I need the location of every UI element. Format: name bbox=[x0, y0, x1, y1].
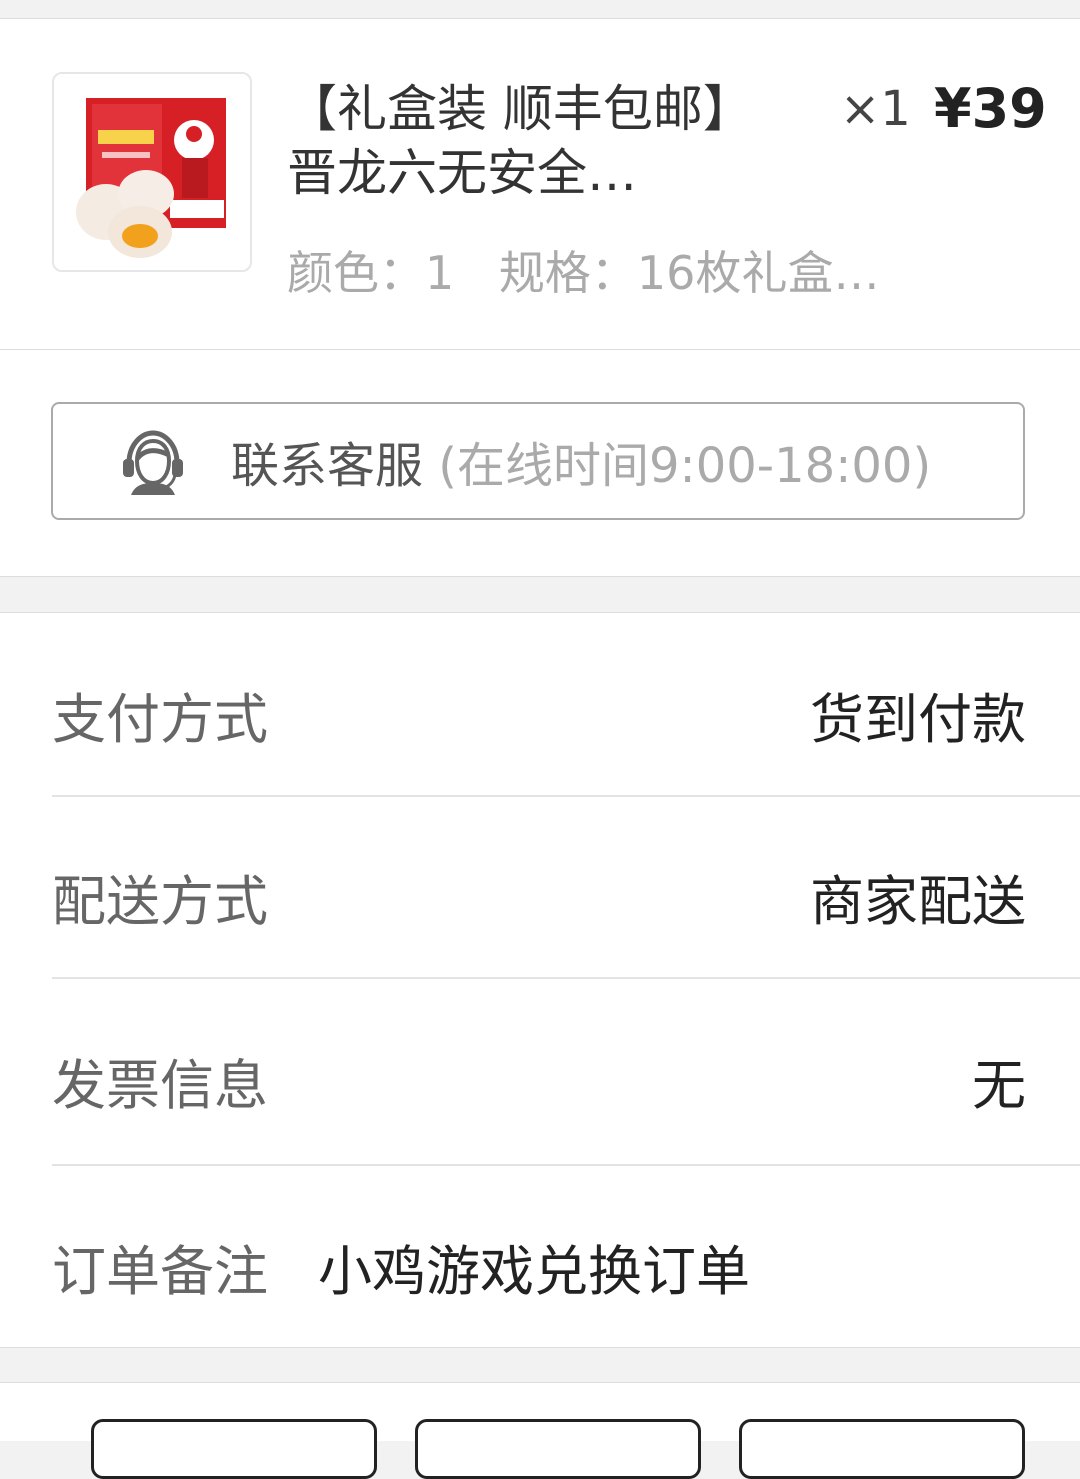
invoice-info-label: 发票信息 bbox=[52, 1054, 268, 1117]
payment-method-label: 支付方式 bbox=[52, 688, 268, 751]
order-note-label: 订单备注 bbox=[52, 1240, 268, 1303]
spec-color-label: 颜色： bbox=[287, 246, 425, 300]
customer-service-headset-icon bbox=[123, 430, 183, 495]
spec-size-label: 规格： bbox=[498, 246, 637, 300]
contact-service-label: 联系客服 (在线时间9:00-18:00) bbox=[231, 426, 931, 496]
delivery-method-value: 商家配送 bbox=[810, 870, 1026, 933]
spec-color: 颜色：1 bbox=[287, 246, 454, 300]
contact-service-hours: (在线时间9:00-18:00) bbox=[438, 438, 932, 494]
order-note-value: 小鸡游戏兑换订单 bbox=[318, 1240, 750, 1303]
contact-service-button[interactable]: 联系客服 (在线时间9:00-18:00) bbox=[51, 402, 1025, 520]
action-button-2[interactable] bbox=[415, 1419, 701, 1479]
product-thumbnail[interactable] bbox=[52, 72, 252, 272]
action-button-1[interactable] bbox=[91, 1419, 377, 1479]
invoice-info-value: 无 bbox=[972, 1054, 1026, 1117]
product-title[interactable]: 【礼盒装 顺丰包邮】晋龙六无安全… bbox=[287, 77, 777, 205]
contact-service-text: 联系客服 bbox=[231, 438, 424, 494]
divider bbox=[52, 1164, 1080, 1166]
product-specs: 颜色：1 规格：16枚礼盒… bbox=[287, 237, 907, 303]
payment-method-value: 货到付款 bbox=[810, 688, 1026, 751]
egg-gift-box-image bbox=[54, 74, 250, 270]
bottom-action-bar bbox=[0, 1382, 1080, 1479]
spec-size-value: 16枚礼盒… bbox=[636, 246, 880, 300]
top-strip bbox=[0, 0, 1080, 19]
delivery-method-label: 配送方式 bbox=[52, 870, 268, 933]
product-card[interactable]: 【礼盒装 顺丰包邮】晋龙六无安全… ×1 ¥39 颜色：1 规格：16枚礼盒… bbox=[0, 19, 1080, 350]
action-button-3[interactable] bbox=[739, 1419, 1025, 1479]
divider bbox=[52, 977, 1080, 979]
spec-size: 规格：16枚礼盒… bbox=[499, 246, 880, 300]
spec-color-value: 1 bbox=[425, 246, 455, 300]
product-price: ¥39 bbox=[934, 77, 1047, 140]
contact-section: 联系客服 (在线时间9:00-18:00) bbox=[0, 350, 1080, 577]
divider bbox=[52, 795, 1080, 797]
product-quantity: ×1 bbox=[840, 81, 911, 137]
order-info-section: 支付方式 货到付款 配送方式 商家配送 发票信息 无 订单备注 小鸡游戏兑换订单 bbox=[0, 612, 1080, 1348]
